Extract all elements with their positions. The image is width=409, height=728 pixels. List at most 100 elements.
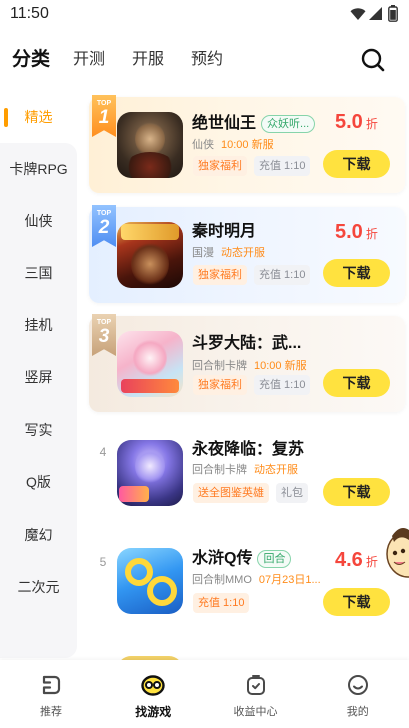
- perk-tag: 独家福利: [193, 265, 247, 285]
- game-subtitle: 国漫 动态开服: [192, 245, 265, 261]
- wifi-icon: [350, 7, 366, 20]
- perk-tag: 充值 1:10: [193, 593, 250, 613]
- game-title-row: 秦时明月: [192, 221, 256, 243]
- badge-rank-number: 2: [98, 217, 110, 238]
- tab-open-test[interactable]: 开测: [73, 52, 105, 68]
- game-title: 绝世仙王: [192, 115, 257, 132]
- gamepad-icon: [141, 673, 165, 697]
- discount-value: 4.6: [335, 549, 363, 571]
- nav-recommend[interactable]: 推荐: [0, 660, 102, 728]
- profile-icon: [346, 673, 370, 697]
- download-button[interactable]: 下载: [323, 259, 390, 287]
- discount-value: 5.0: [335, 221, 363, 243]
- bottom-nav: 推荐 找游戏 收益中心 我的: [0, 660, 409, 728]
- game-subtitle: 回合制卡牌 动态开服: [192, 462, 298, 478]
- game-item[interactable]: 4 永夜降临：复苏 回合制卡牌 动态开服 送全图鉴英雄 礼包 下载: [89, 425, 405, 521]
- game-item[interactable]: TOP 2 秦时明月 国漫 动态开服 独家福利 充值 1:10 5.0 折 下载: [89, 205, 405, 303]
- rank-number: 5: [99, 555, 107, 569]
- battery-icon: [388, 5, 398, 22]
- nav-recommend-label: 推荐: [40, 706, 62, 718]
- nav-find-games[interactable]: 找游戏: [102, 660, 204, 728]
- sidebar-item-idle[interactable]: 挂机: [0, 315, 77, 335]
- badge-rank-number: 1: [98, 107, 110, 128]
- perk-tag: 礼包: [276, 483, 308, 503]
- nav-profile[interactable]: 我的: [307, 660, 409, 728]
- status-time: 11:50: [10, 5, 49, 22]
- rank-number: 4: [99, 445, 107, 459]
- discount-label: 4.6 折: [335, 547, 378, 573]
- game-genre: 回合制MMO: [192, 574, 252, 586]
- discount-unit: 折: [365, 227, 378, 241]
- tab-open-server[interactable]: 开服: [132, 52, 164, 68]
- game-subtitle: 回合制MMO 07月23日1...: [192, 572, 321, 588]
- game-icon[interactable]: [117, 331, 183, 397]
- signal-icon: [369, 7, 382, 20]
- game-genre: 仙侠: [192, 139, 214, 151]
- game-perks: 充值 1:10: [193, 593, 250, 613]
- game-icon[interactable]: [117, 112, 183, 178]
- nav-profile-label: 我的: [346, 706, 369, 718]
- game-subtitle: 回合制卡牌 10:00 新服: [192, 358, 307, 374]
- game-server-time: 动态开服: [254, 464, 298, 476]
- game-genre: 回合制卡牌: [192, 464, 247, 476]
- perk-tag: 独家福利: [193, 156, 247, 176]
- game-perks: 独家福利 充值 1:10: [193, 156, 311, 176]
- game-title: 秦时明月: [192, 223, 257, 240]
- game-title: 水浒Q传: [192, 550, 253, 567]
- game-feature-tag: 众妖听...: [261, 115, 316, 133]
- game-item[interactable]: TOP 1 绝世仙王 众妖听... 仙侠 10:00 新服 独家福利 充值 1:1…: [89, 95, 405, 193]
- download-button[interactable]: 下载: [323, 369, 390, 397]
- sidebar-item-fantasy[interactable]: 魔幻: [0, 525, 77, 545]
- game-item[interactable]: 5 水浒Q传 回合 回合制MMO 07月23日1... 充值 1:10 4.6 折 …: [89, 533, 405, 629]
- status-bar: 11:50: [0, 0, 409, 28]
- sidebar-item-portrait[interactable]: 竖屏: [0, 367, 77, 387]
- discount-label: 5.0 折: [335, 219, 378, 245]
- download-button[interactable]: 下载: [323, 478, 390, 506]
- discount-unit: 折: [365, 555, 378, 569]
- game-perks: 独家福利 充值 1:10: [193, 265, 311, 285]
- floating-mascot[interactable]: [384, 522, 409, 582]
- game-title: 斗罗大陆：武...: [192, 335, 302, 352]
- game-item[interactable]: TOP 3 斗罗大陆：武... 回合制卡牌 10:00 新服 独家福利 充值 1:…: [89, 314, 405, 412]
- game-perks: 独家福利 充值 1:10: [193, 375, 311, 395]
- nav-find-games-label: 找游戏: [135, 705, 172, 719]
- search-icon[interactable]: [360, 47, 386, 73]
- perk-tag: 充值 1:10: [254, 156, 311, 176]
- game-icon[interactable]: [117, 222, 183, 288]
- game-feature-tag: 回合: [257, 550, 292, 568]
- discount-value: 5.0: [335, 111, 363, 133]
- game-subtitle: 仙侠 10:00 新服: [192, 137, 274, 153]
- sidebar-item-anime[interactable]: 二次元: [0, 577, 77, 597]
- tab-reservation[interactable]: 预约: [191, 52, 223, 68]
- sidebar-item-xianxia[interactable]: 仙侠: [0, 211, 77, 231]
- perk-tag: 送全图鉴英雄: [193, 483, 269, 503]
- perk-tag: 独家福利: [193, 375, 247, 395]
- game-title-row: 水浒Q传 回合: [192, 548, 292, 570]
- sidebar-item-realistic[interactable]: 写实: [0, 420, 77, 440]
- game-icon[interactable]: [117, 548, 183, 614]
- game-server-time: 10:00 新服: [221, 139, 274, 151]
- sidebar-item-q-style[interactable]: Q版: [0, 472, 77, 492]
- nav-earnings-label: 收益中心: [233, 706, 278, 718]
- perk-tag: 充值 1:10: [254, 265, 311, 285]
- download-button[interactable]: 下载: [323, 588, 390, 616]
- download-button[interactable]: 下载: [323, 150, 390, 178]
- game-server-time: 10:00 新服: [254, 360, 307, 372]
- game-title-row: 斗罗大陆：武...: [192, 333, 301, 355]
- earnings-icon: [244, 673, 268, 697]
- game-title-row: 永夜降临：复苏: [192, 439, 304, 461]
- game-server-time: 动态开服: [221, 247, 265, 259]
- nav-earnings-center[interactable]: 收益中心: [205, 660, 307, 728]
- game-server-time: 07月23日1...: [258, 574, 321, 586]
- sidebar-item-featured[interactable]: 精选: [0, 107, 77, 127]
- game-genre: 回合制卡牌: [192, 360, 247, 372]
- perk-tag: 充值 1:10: [254, 375, 311, 395]
- recommend-icon: [39, 673, 63, 697]
- sidebar-item-card-rpg[interactable]: 卡牌RPG: [0, 159, 77, 179]
- tab-category[interactable]: 分类: [12, 50, 50, 70]
- sidebar-item-three-kingdoms[interactable]: 三国: [0, 263, 77, 283]
- game-perks: 送全图鉴英雄 礼包: [193, 483, 308, 503]
- game-genre: 国漫: [192, 247, 214, 259]
- badge-rank-number: 3: [98, 326, 110, 347]
- game-icon[interactable]: [117, 440, 183, 506]
